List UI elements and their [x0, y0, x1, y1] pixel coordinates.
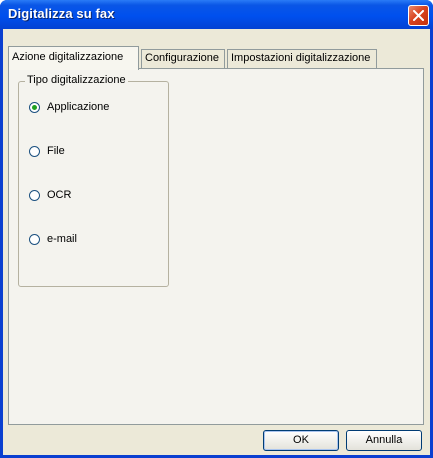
tab-label: Impostazioni digitalizzazione: [231, 52, 371, 64]
title-bar[interactable]: Digitalizza su fax: [0, 0, 433, 29]
dialog-client-area: Azione digitalizzazione Configurazione I…: [3, 29, 430, 455]
radio-label: File: [47, 145, 65, 157]
radio-label: e-mail: [47, 233, 77, 245]
tab-configurazione[interactable]: Configurazione: [141, 49, 225, 68]
radio-file[interactable]: File: [29, 143, 65, 159]
dialog-window: Digitalizza su fax Azione digitalizzazio…: [0, 0, 433, 458]
ok-button[interactable]: OK: [263, 430, 339, 451]
close-button[interactable]: [408, 5, 429, 26]
cancel-button[interactable]: Annulla: [346, 430, 422, 451]
tab-label: Azione digitalizzazione: [12, 51, 124, 63]
tab-azione-digitalizzazione[interactable]: Azione digitalizzazione: [8, 46, 139, 70]
radio-label: Applicazione: [47, 101, 110, 113]
radio-label: OCR: [47, 189, 72, 201]
window-title: Digitalizza su fax: [8, 6, 115, 21]
radio-email[interactable]: e-mail: [29, 231, 77, 247]
radio-ocr[interactable]: OCR: [29, 187, 71, 203]
tab-impostazioni-digitalizzazione[interactable]: Impostazioni digitalizzazione: [227, 49, 377, 68]
radio-applicazione[interactable]: Applicazione: [29, 99, 109, 115]
group-title: Tipo digitalizzazione: [25, 74, 128, 86]
scan-type-group: Tipo digitalizzazione Applicazione File …: [18, 74, 169, 287]
radio-unchecked-icon[interactable]: [29, 189, 40, 201]
radio-unchecked-icon[interactable]: [29, 145, 40, 157]
tab-label: Configurazione: [145, 52, 219, 64]
radio-unchecked-icon[interactable]: [29, 233, 40, 245]
radio-checked-icon[interactable]: [29, 101, 40, 113]
tab-panel: Tipo digitalizzazione Applicazione File …: [8, 68, 424, 425]
close-icon: [413, 10, 424, 21]
